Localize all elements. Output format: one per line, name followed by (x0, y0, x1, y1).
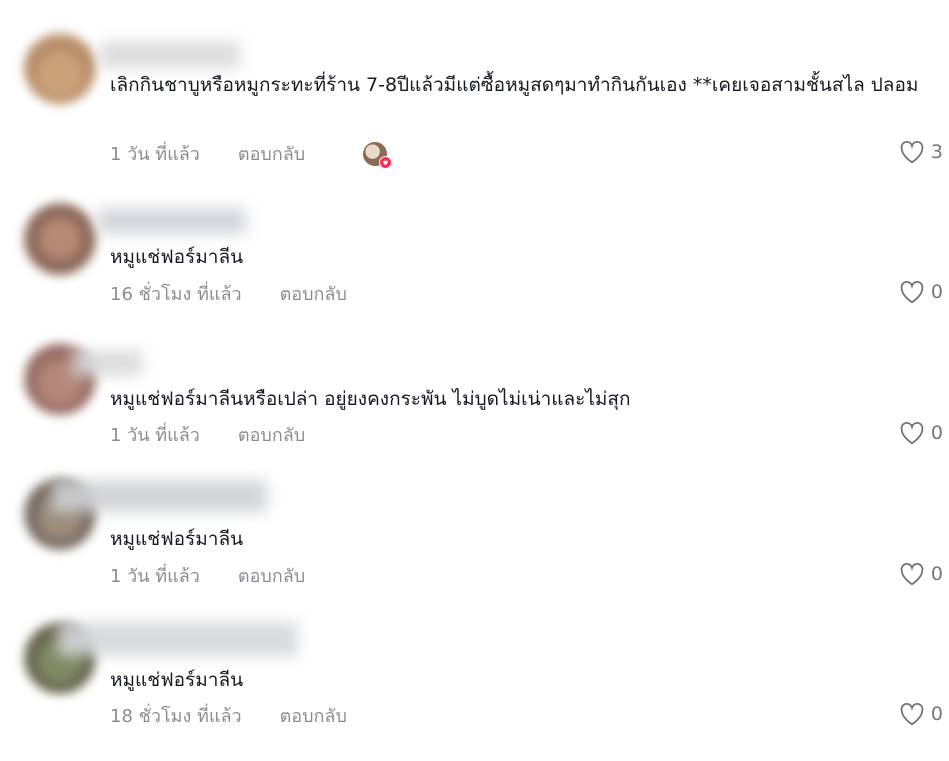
heart-outline-icon (900, 141, 924, 164)
like-count: 0 (930, 563, 943, 585)
comment-meta: 16 ชั่วโมง ที่แล้ว ตอบกลับ (110, 280, 347, 306)
reply-button[interactable]: ตอบกลับ (238, 420, 305, 449)
comment-text: หมูแช่ฟอร์มาลีน (110, 669, 244, 691)
avatar[interactable] (24, 203, 96, 275)
like-count: 3 (930, 141, 943, 163)
reply-button[interactable]: ตอบกลับ (238, 561, 305, 590)
username-blurred[interactable] (98, 208, 246, 234)
like-count: 0 (930, 281, 943, 303)
like-button[interactable]: 0 (899, 702, 943, 726)
like-count: 0 (930, 422, 943, 444)
heart-outline-icon (900, 703, 924, 726)
comment-time: 1 วัน ที่แล้ว (110, 143, 200, 165)
reply-button[interactable]: ตอบกลับ (280, 701, 347, 730)
username-blurred[interactable] (72, 350, 142, 376)
comment-time: 18 ชั่วโมง ที่แล้ว (110, 705, 242, 727)
comment-meta: 1 วัน ที่แล้ว ตอบกลับ (110, 140, 305, 166)
heart-outline-icon (900, 563, 924, 586)
like-button[interactable]: 3 (899, 140, 943, 164)
like-button[interactable]: 0 (899, 562, 943, 586)
comment-time: 1 วัน ที่แล้ว (110, 424, 200, 446)
like-button[interactable]: 0 (899, 421, 943, 445)
comment-meta: 18 ชั่วโมง ที่แล้ว ตอบกลับ (110, 702, 347, 728)
reply-button[interactable]: ตอบกลับ (280, 279, 347, 308)
heart-outline-icon (900, 422, 924, 445)
creator-liked-icon (363, 142, 392, 169)
like-count: 0 (930, 703, 943, 725)
comment-text: หมูแช่ฟอร์มาลีน (110, 246, 244, 268)
avatar[interactable] (24, 32, 96, 104)
username-blurred[interactable] (58, 622, 298, 656)
username-blurred[interactable] (100, 42, 240, 68)
reply-button[interactable]: ตอบกลับ (238, 139, 305, 168)
heart-outline-icon (900, 281, 924, 304)
comment-text: หมูแช่ฟอร์มาลีนหรือเปล่า อยู่ยงคงกระพัน … (110, 388, 631, 410)
comment-text: หมูแช่ฟอร์มาลีน (110, 528, 244, 550)
comment-time: 16 ชั่วโมง ที่แล้ว (110, 283, 242, 305)
like-button[interactable]: 0 (899, 280, 943, 304)
username-blurred[interactable] (52, 480, 267, 512)
comment-text: เลิกกินชาบูหรือหมูกระทะที่ร้าน 7-8ปีแล้ว… (110, 74, 919, 96)
comment-time: 1 วัน ที่แล้ว (110, 565, 200, 587)
comment-meta: 1 วัน ที่แล้ว ตอบกลับ (110, 421, 305, 447)
comment-meta: 1 วัน ที่แล้ว ตอบกลับ (110, 562, 305, 588)
heart-badge-icon (379, 156, 392, 169)
